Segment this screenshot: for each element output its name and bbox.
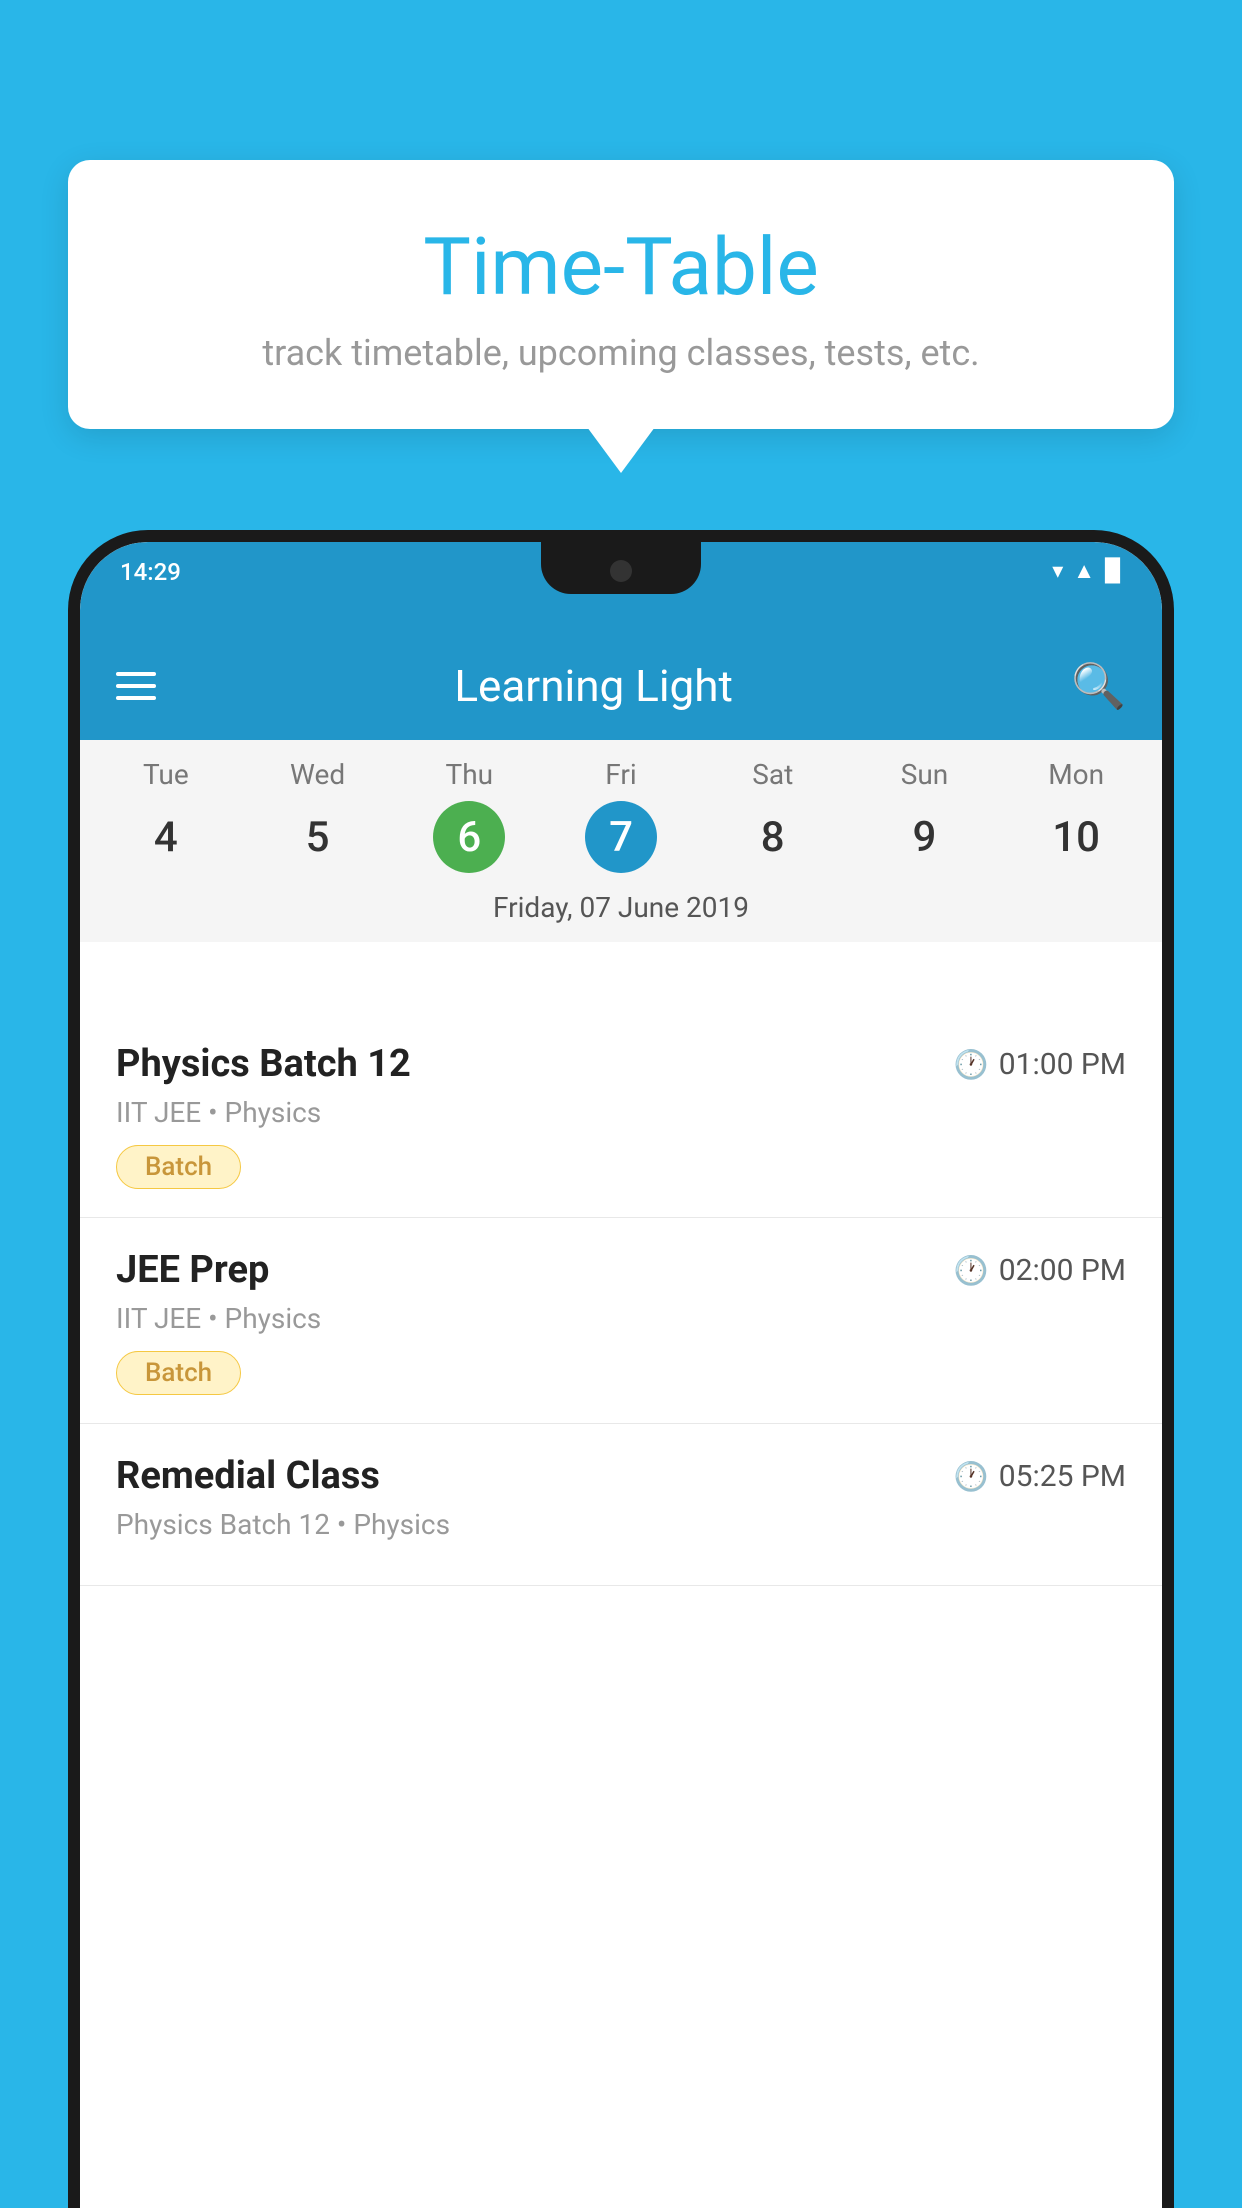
app-bar: Learning Light 🔍	[80, 632, 1162, 740]
schedule-item[interactable]: Physics Batch 12 🕐 01:00 PM IIT JEE • Phys…	[80, 1012, 1162, 1218]
search-button[interactable]: 🔍	[1071, 660, 1126, 712]
schedule-item-title: Physics Batch 12	[116, 1042, 411, 1086]
calendar-section: Tue 4 Wed 5 Thu 6 Fri 7 Sat 8 Sun 9 Mon 10 Friday, 07…	[80, 740, 1162, 942]
wifi-icon: ▾	[1052, 559, 1063, 584]
day-col-mon[interactable]: Mon 10	[1000, 758, 1152, 873]
schedule-item-title: JEE Prep	[116, 1248, 269, 1292]
day-col-wed[interactable]: Wed 5	[242, 758, 394, 873]
days-row: Tue 4 Wed 5 Thu 6 Fri 7 Sat 8 Sun 9 Mon 10	[80, 740, 1162, 881]
day-name: Sun	[901, 758, 949, 791]
batch-badge: Batch	[116, 1351, 241, 1395]
schedule-item-time: 🕐 02:00 PM	[954, 1253, 1126, 1288]
day-name: Mon	[1048, 758, 1104, 791]
day-col-thu[interactable]: Thu 6	[393, 758, 545, 873]
signal-icon: ▲	[1073, 558, 1095, 584]
status-bar: 14:29 ▾ ▲ ▉	[80, 542, 1162, 632]
batch-badge: Batch	[116, 1145, 241, 1189]
tooltip-title: Time-Table	[118, 220, 1124, 314]
day-number[interactable]: 6	[433, 801, 505, 873]
day-number[interactable]: 7	[585, 801, 657, 873]
battery-icon: ▉	[1105, 559, 1122, 584]
day-col-tue[interactable]: Tue 4	[90, 758, 242, 873]
schedule-item[interactable]: JEE Prep 🕐 02:00 PM IIT JEE • Physics Batch	[80, 1218, 1162, 1424]
tooltip-subtitle: track timetable, upcoming classes, tests…	[118, 332, 1124, 374]
schedule-item-time: 🕐 05:25 PM	[954, 1459, 1126, 1494]
status-time: 14:29	[120, 558, 181, 586]
camera	[610, 560, 632, 582]
day-number[interactable]: 5	[282, 801, 354, 873]
phone-frame: 14:29 ▾ ▲ ▉ Learning Light 🔍 Tue 4 Wed 5 Thu…	[68, 530, 1174, 2208]
selected-date-label: Friday, 07 June 2019	[80, 881, 1162, 942]
schedule-item[interactable]: Remedial Class 🕐 05:25 PM Physics Batch 12…	[80, 1424, 1162, 1586]
day-number[interactable]: 9	[888, 801, 960, 873]
status-icons: ▾ ▲ ▉	[1052, 558, 1122, 584]
day-number[interactable]: 10	[1040, 801, 1112, 873]
day-col-fri[interactable]: Fri 7	[545, 758, 697, 873]
schedule-list: Physics Batch 12 🕐 01:00 PM IIT JEE • Phys…	[80, 1012, 1162, 2208]
clock-icon: 🕐	[954, 1460, 989, 1493]
schedule-item-subtitle: IIT JEE • Physics	[116, 1302, 1126, 1335]
clock-icon: 🕐	[954, 1048, 989, 1081]
day-name: Wed	[290, 758, 345, 791]
schedule-item-time: 🕐 01:00 PM	[954, 1047, 1126, 1082]
schedule-item-subtitle: Physics Batch 12 • Physics	[116, 1508, 1126, 1541]
schedule-item-subtitle: IIT JEE • Physics	[116, 1096, 1126, 1129]
day-col-sun[interactable]: Sun 9	[849, 758, 1001, 873]
day-name: Tue	[143, 758, 189, 791]
day-name: Fri	[605, 758, 636, 791]
day-name: Thu	[446, 758, 494, 791]
notch	[541, 542, 701, 594]
day-col-sat[interactable]: Sat 8	[697, 758, 849, 873]
day-number[interactable]: 8	[737, 801, 809, 873]
tooltip-card: Time-Table track timetable, upcoming cla…	[68, 160, 1174, 429]
clock-icon: 🕐	[954, 1254, 989, 1287]
day-number[interactable]: 4	[130, 801, 202, 873]
day-name: Sat	[752, 758, 793, 791]
phone-inner: 14:29 ▾ ▲ ▉ Learning Light 🔍 Tue 4 Wed 5 Thu…	[80, 542, 1162, 2208]
schedule-item-title: Remedial Class	[116, 1454, 380, 1498]
app-title: Learning Light	[116, 660, 1071, 712]
